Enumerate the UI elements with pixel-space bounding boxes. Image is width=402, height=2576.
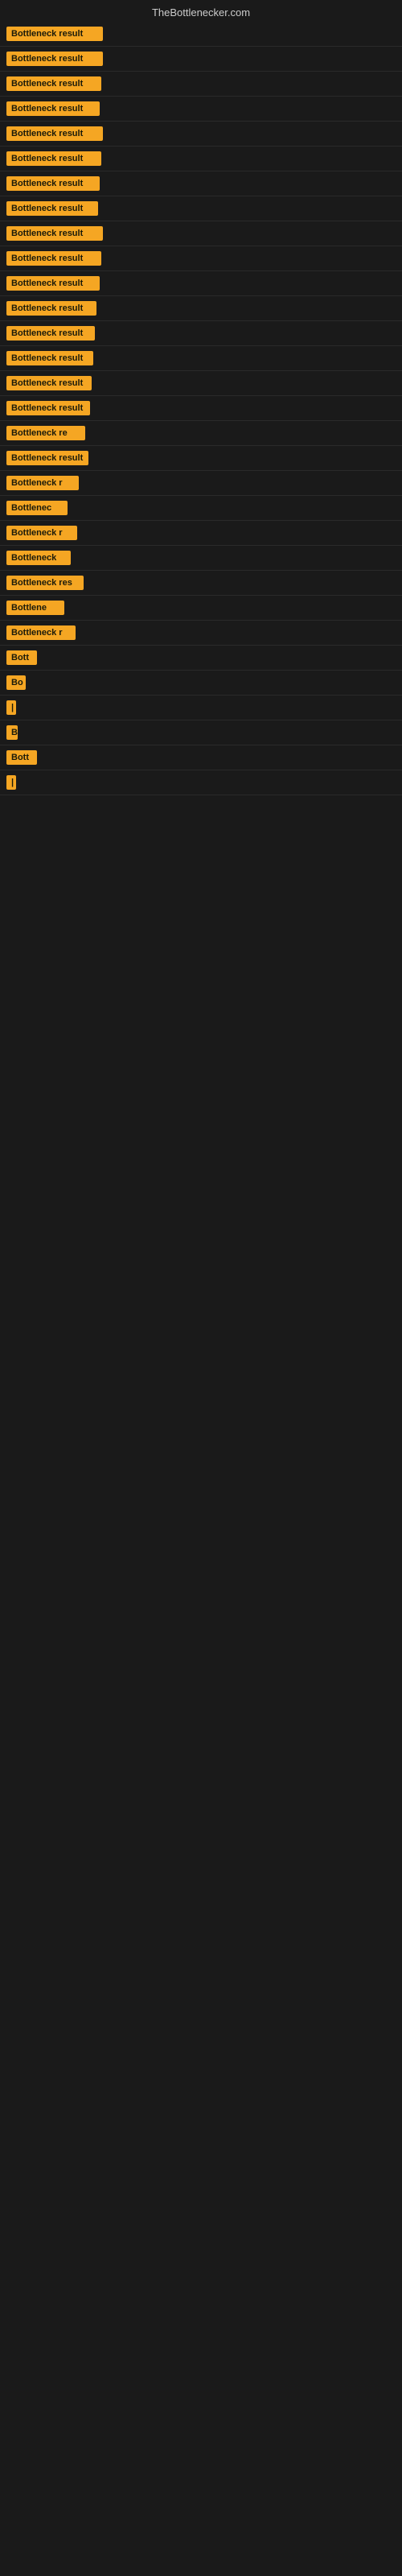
bottleneck-label: Bott	[6, 650, 37, 665]
bottleneck-label: Bottleneck result	[6, 251, 101, 266]
list-item: Bottleneck result	[0, 22, 402, 47]
bottleneck-label: Bottleneck re	[6, 426, 85, 440]
row-inner: Bo	[6, 675, 396, 690]
bottleneck-label: Bottleneck result	[6, 52, 103, 66]
rows-container: Bottleneck result Bottleneck result Bottle…	[0, 22, 402, 795]
list-item: Bottlenec	[0, 496, 402, 521]
row-inner: Bottleneck result	[6, 101, 396, 116]
row-inner: Bottlenec	[6, 501, 396, 515]
list-item: Bottleneck result	[0, 246, 402, 271]
bottleneck-label: |	[6, 700, 16, 715]
bottleneck-label: Bottleneck result	[6, 376, 92, 390]
list-item: Bottleneck result	[0, 221, 402, 246]
row-inner: Bottleneck result	[6, 52, 396, 66]
list-item: |	[0, 696, 402, 720]
row-inner: Bottleneck r	[6, 625, 396, 640]
list-item: Bottleneck result	[0, 371, 402, 396]
bottleneck-label: Bottleneck r	[6, 476, 79, 490]
list-item: Bottleneck result	[0, 321, 402, 346]
row-inner: B	[6, 725, 396, 740]
row-inner: Bottleneck result	[6, 301, 396, 316]
list-item: Bottleneck	[0, 546, 402, 571]
bottleneck-label: Bottleneck result	[6, 201, 98, 216]
list-item: Bottleneck result	[0, 396, 402, 421]
bottleneck-label: Bottleneck result	[6, 101, 100, 116]
list-item: Bottleneck result	[0, 346, 402, 371]
row-inner: |	[6, 700, 396, 715]
list-item: B	[0, 720, 402, 745]
row-inner: Bottleneck result	[6, 451, 396, 465]
bottleneck-label: Bottleneck r	[6, 625, 76, 640]
bottleneck-label: |	[6, 775, 16, 790]
bottleneck-label: B	[6, 725, 18, 740]
row-inner: Bottleneck result	[6, 226, 396, 241]
row-inner: Bottleneck	[6, 551, 396, 565]
row-inner: Bottleneck result	[6, 126, 396, 141]
bottleneck-label: Bottleneck result	[6, 276, 100, 291]
bottleneck-label: Bottleneck result	[6, 151, 101, 166]
bottleneck-label: Bottleneck	[6, 551, 71, 565]
bottleneck-label: Bottleneck result	[6, 351, 93, 365]
list-item: Bottleneck r	[0, 521, 402, 546]
list-item: Bottleneck r	[0, 471, 402, 496]
row-inner: Bottleneck result	[6, 76, 396, 91]
row-inner: Bottleneck result	[6, 251, 396, 266]
row-inner: Bottleneck re	[6, 426, 396, 440]
row-inner: Bottlene	[6, 601, 396, 615]
list-item: Bottleneck res	[0, 571, 402, 596]
bottleneck-label: Bottleneck result	[6, 76, 101, 91]
bottleneck-label: Bottlenec	[6, 501, 68, 515]
bottleneck-label: Bottlene	[6, 601, 64, 615]
list-item: Bottleneck result	[0, 296, 402, 321]
bottleneck-label: Bottleneck result	[6, 401, 90, 415]
bottleneck-label: Bottleneck result	[6, 27, 103, 41]
row-inner: Bottleneck r	[6, 476, 396, 490]
bottleneck-label: Bottleneck result	[6, 226, 103, 241]
list-item: Bott	[0, 646, 402, 671]
row-inner: Bottleneck res	[6, 576, 396, 590]
list-item: Bottleneck result	[0, 171, 402, 196]
bottleneck-label: Bottleneck result	[6, 451, 88, 465]
row-inner: Bottleneck r	[6, 526, 396, 540]
list-item: Bottleneck result	[0, 72, 402, 97]
row-inner: Bottleneck result	[6, 351, 396, 365]
list-item: Bottleneck result	[0, 196, 402, 221]
list-item: Bottleneck result	[0, 122, 402, 147]
row-inner: Bottleneck result	[6, 176, 396, 191]
bottleneck-label: Bott	[6, 750, 37, 765]
site-header: TheBottlenecker.com	[0, 0, 402, 22]
list-item: Bo	[0, 671, 402, 696]
site-title: TheBottlenecker.com	[152, 6, 250, 19]
row-inner: Bottleneck result	[6, 276, 396, 291]
list-item: Bottleneck result	[0, 446, 402, 471]
row-inner: Bott	[6, 750, 396, 765]
list-item: Bottleneck result	[0, 97, 402, 122]
row-inner: Bottleneck result	[6, 27, 396, 41]
list-item: Bottleneck result	[0, 147, 402, 171]
row-inner: Bottleneck result	[6, 151, 396, 166]
bottleneck-label: Bottleneck result	[6, 176, 100, 191]
list-item: Bott	[0, 745, 402, 770]
row-inner: Bottleneck result	[6, 376, 396, 390]
bottleneck-label: Bottleneck res	[6, 576, 84, 590]
row-inner: Bottleneck result	[6, 401, 396, 415]
bottleneck-label: Bottleneck result	[6, 301, 96, 316]
row-inner: Bottleneck result	[6, 201, 396, 216]
row-inner: Bott	[6, 650, 396, 665]
row-inner: |	[6, 775, 396, 790]
list-item: Bottleneck r	[0, 621, 402, 646]
list-item: Bottlene	[0, 596, 402, 621]
list-item: |	[0, 770, 402, 795]
list-item: Bottleneck result	[0, 47, 402, 72]
bottleneck-label: Bo	[6, 675, 26, 690]
list-item: Bottleneck result	[0, 271, 402, 296]
bottleneck-label: Bottleneck r	[6, 526, 77, 540]
list-item: Bottleneck re	[0, 421, 402, 446]
row-inner: Bottleneck result	[6, 326, 396, 341]
bottleneck-label: Bottleneck result	[6, 126, 103, 141]
bottleneck-label: Bottleneck result	[6, 326, 95, 341]
